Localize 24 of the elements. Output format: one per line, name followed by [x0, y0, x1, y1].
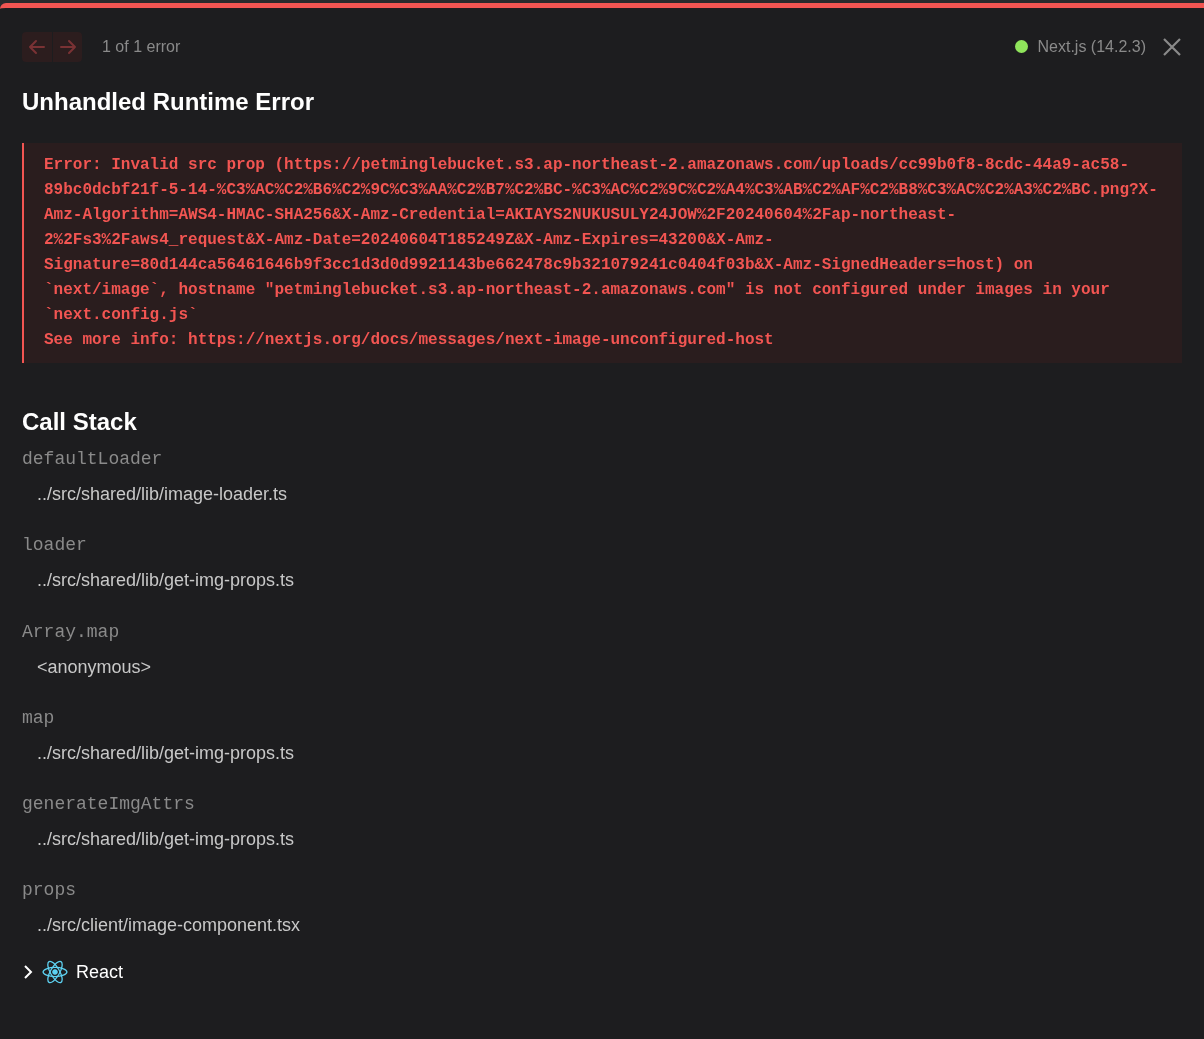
function-name: loader — [22, 534, 87, 558]
function-name: map — [22, 706, 55, 730]
error-title: Unhandled Runtime Error — [22, 87, 316, 117]
file-location: ../src/shared/lib/get-img-props.ts — [37, 569, 295, 592]
file-location: <anonymous> — [37, 655, 152, 678]
close-icon — [1162, 36, 1182, 57]
function-name: generateImgAttrs — [22, 793, 195, 817]
close-button[interactable] — [1162, 36, 1182, 57]
file-location: ../src/shared/lib/image-loader.ts — [37, 483, 288, 505]
function-name: props — [22, 879, 76, 903]
function-name: Array.map — [22, 620, 120, 644]
file-location: ../src/shared/lib/get-img-props.ts — [37, 741, 295, 764]
version-label: Next.js (14.2.3) — [1037, 36, 1146, 57]
left-arrow-icon — [28, 38, 46, 55]
chevron-icon — [22, 964, 34, 981]
error-count: 1 of 1 error — [102, 36, 181, 57]
right-arrow-icon — [58, 38, 77, 55]
atom-icon — [42, 960, 68, 985]
call-stack-heading: Call Stack — [22, 407, 138, 437]
file-location: ../src/client/image-component.tsx — [37, 914, 301, 937]
error-message: Error: Invalid src prop (https://petminglebucket.s3.ap-northeast-2.amazonaws.com/uploads/cc99b0f8-8cdc-44a9-ac58- 89bc0dcbf21f-5-14-%C3%AC%C2%B6%C2%9C%C3%AA%C2%B7%C2%BC-%C3%AC%C2%9C%C2%A4%C3%AB%C2%AF%C2%B8%C3%AC%C2%A3%C2%BC.png?X- Amz-Algorithm=AWS4-HMAC-SHA256&X-Amz-Credential=AKIAYS2NUKUSULY24JOW%2F20240604%2Fap-northeast- 2%2Fs3%2Faws4_request&X-Amz-Date=20240604T185249Z&X-Amz-Expires=43200&X-Amz- Signature=80d144ca56461646b9f3cc1d3d0d9921143be662478c9b321079241c0404f03b&X-Amz-SignedHeaders=host) on `next/image`, hostname "petminglebucket.s3.ap-northeast-2.amazonaws.com" is not configured under images in your `next.config.js` See more info: https://nextjs.org/docs/messages/next-image-unconfigured-host — [22, 143, 1182, 363]
function-name: defaultLoader — [22, 448, 163, 471]
file-location: ../src/shared/lib/get-img-props.ts — [37, 828, 295, 851]
react-frames-toggle[interactable]: React — [22, 958, 124, 986]
